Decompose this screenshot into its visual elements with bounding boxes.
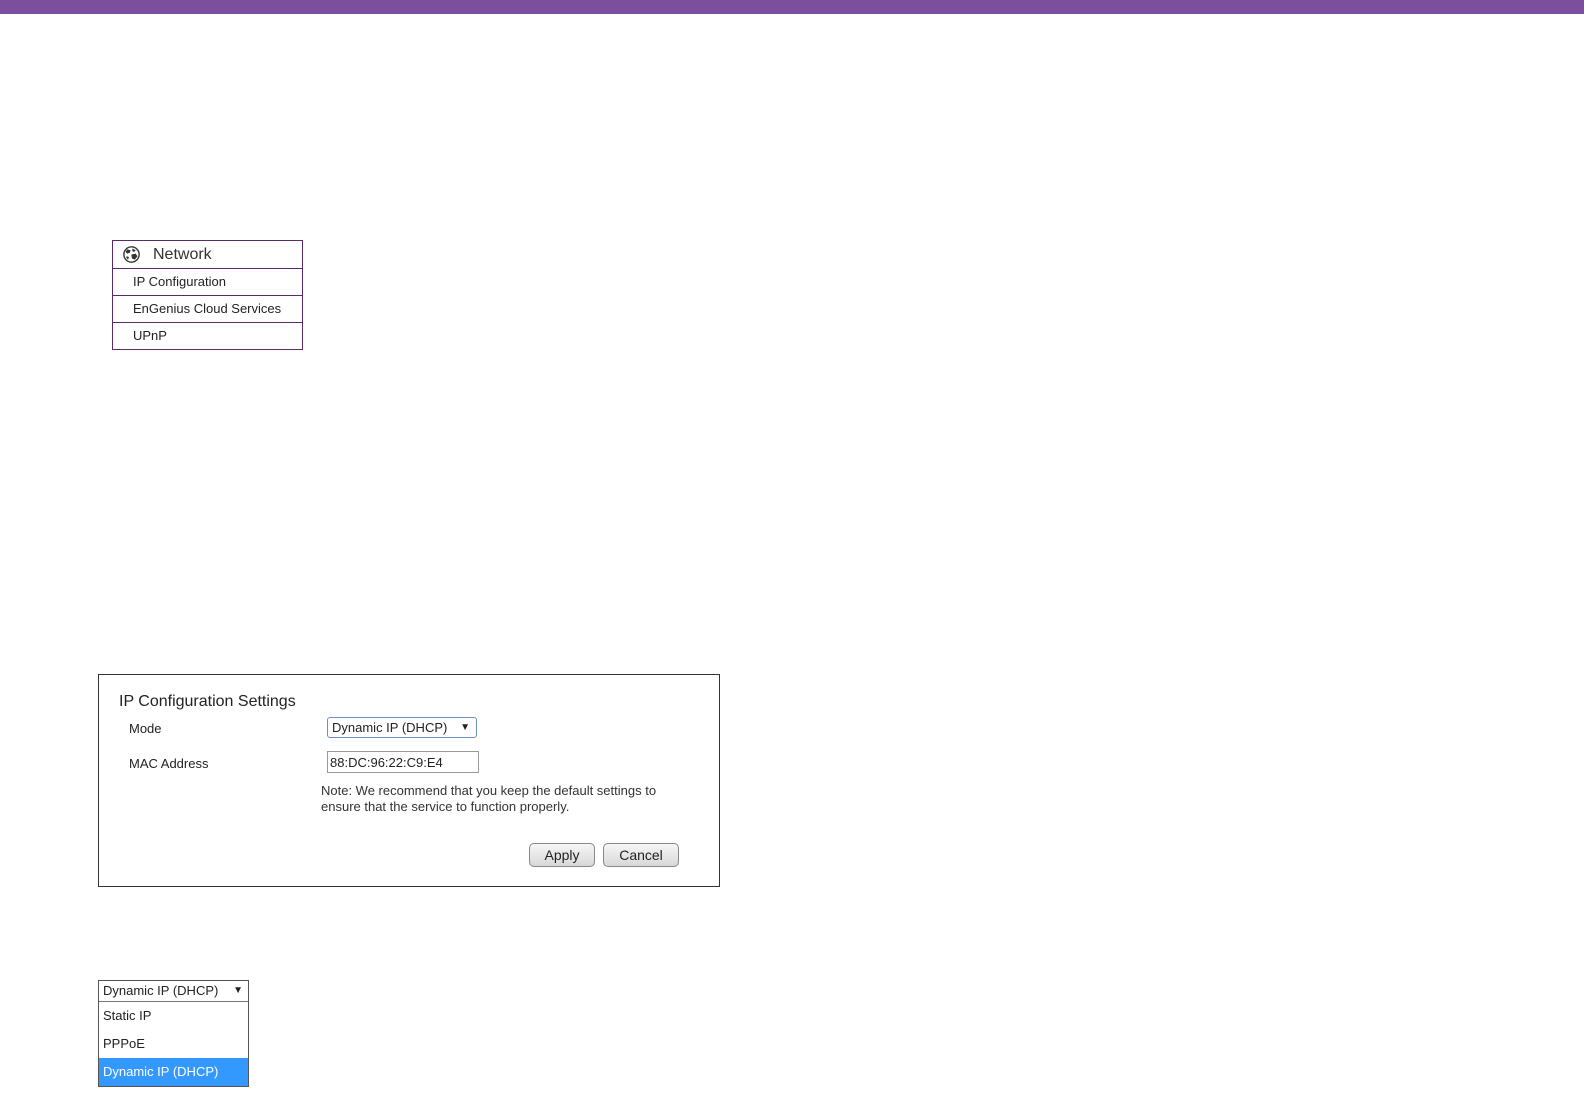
dropdown-arrow-icon: ▼ — [233, 985, 243, 996]
nav-item-upnp[interactable]: UPnP — [113, 323, 302, 349]
nav-item-engenius-cloud-services[interactable]: EnGenius Cloud Services — [113, 296, 302, 323]
network-menu: Network IP Configuration EnGenius Cloud … — [112, 240, 303, 350]
panel-title: IP Configuration Settings — [119, 693, 296, 710]
network-menu-header[interactable]: Network — [113, 241, 302, 269]
ip-configuration-settings-panel: IP Configuration Settings Mode Dynamic I… — [98, 674, 720, 887]
mode-label: Mode — [129, 721, 162, 736]
mode-select-value: Dynamic IP (DHCP) — [332, 720, 448, 735]
top-banner — [0, 0, 1584, 14]
cancel-button[interactable]: Cancel — [603, 843, 679, 867]
note-text: Note: We recommend that you keep the def… — [321, 783, 657, 814]
mode-dropdown-current[interactable]: Dynamic IP (DHCP) ▼ — [99, 981, 248, 1002]
dropdown-arrow-icon: ▼ — [460, 722, 470, 733]
network-menu-title: Network — [153, 245, 212, 263]
mode-dropdown-current-value: Dynamic IP (DHCP) — [103, 983, 219, 998]
dropdown-option-static-ip[interactable]: Static IP — [99, 1002, 248, 1030]
mac-address-input[interactable] — [327, 751, 479, 773]
dropdown-option-dynamic-ip-dhcp[interactable]: Dynamic IP (DHCP) — [99, 1058, 248, 1086]
dropdown-option-pppoe[interactable]: PPPoE — [99, 1030, 248, 1058]
globe-icon — [123, 246, 140, 263]
mac-address-label: MAC Address — [129, 756, 209, 771]
apply-button[interactable]: Apply — [529, 843, 595, 867]
mode-select[interactable]: Dynamic IP (DHCP) ▼ — [327, 717, 477, 738]
nav-item-ip-configuration[interactable]: IP Configuration — [113, 269, 302, 296]
mode-dropdown-expanded: Dynamic IP (DHCP) ▼ Static IP PPPoE Dyna… — [98, 980, 249, 1087]
